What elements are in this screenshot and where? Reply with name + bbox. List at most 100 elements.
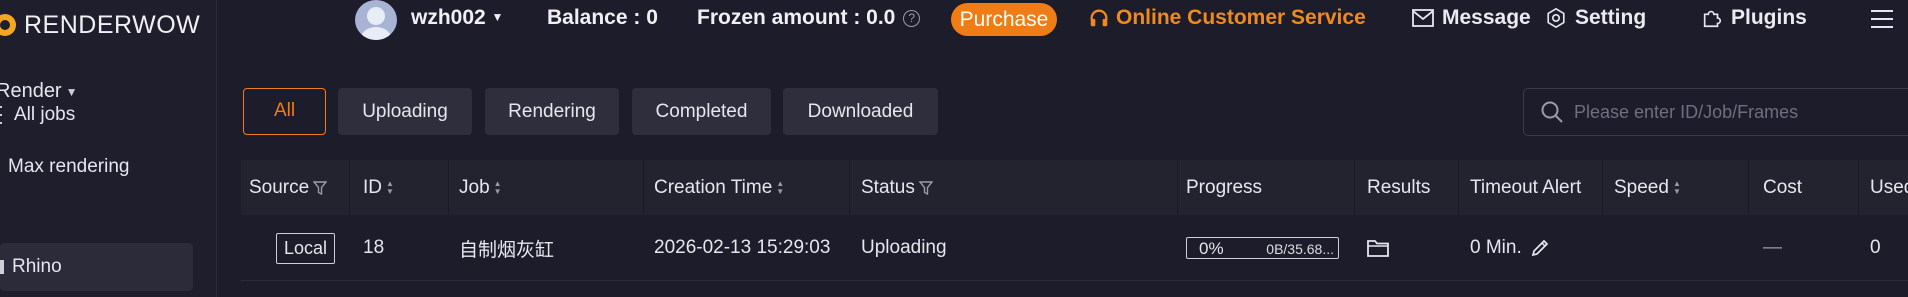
cell-creation-time: 2026-02-13 15:29:03 [654,237,831,258]
purchase-button[interactable]: Purchase [951,3,1057,36]
headset-icon [1090,9,1108,27]
frozen-amount-text: Frozen amount : 0.0 [697,6,896,29]
column-label: Speed [1614,176,1669,198]
top-header: wzh002 ▼ Balance : 0 Frozen amount : 0.0… [217,0,1908,42]
column-divider [1354,160,1355,215]
sidebar-item-label: Rhino [12,256,62,277]
column-speed[interactable]: Speed ▲ ▼ [1614,160,1685,215]
tab-all[interactable]: All [243,88,326,135]
brand-name-light: WOW [132,10,201,39]
message-label: Message [1442,6,1531,29]
sidebar: RENDERWOW Render ▼ All jobs Max renderin… [0,0,217,297]
cell-timeout-alert: 0 Min. [1470,215,1550,281]
sort-icon[interactable]: ▲ ▼ [776,179,788,197]
filter-icon[interactable] [918,180,933,195]
username: wzh002 [411,6,486,29]
source-badge: Local [276,232,336,264]
sidebar-item-all-jobs[interactable]: All jobs [0,91,193,139]
column-status[interactable]: Status [861,160,933,215]
sort-icon[interactable]: ▲ ▼ [1673,179,1685,197]
edit-icon[interactable] [1530,238,1550,258]
cell-source: Local [276,215,336,281]
filter-icon[interactable] [313,180,328,195]
puzzle-icon [1703,10,1722,28]
column-label: Progress [1186,176,1263,198]
column-label: Job [459,176,490,198]
column-used: Used [1870,160,1908,215]
service-label: Online Customer Service [1116,6,1366,29]
sidebar-item-label: Max rendering [8,156,130,177]
setting-link[interactable]: Setting [1545,6,1646,30]
cell-job[interactable]: 自制烟灰缸 [459,215,554,281]
sidebar-item-max-rendering[interactable]: Max rendering [0,143,193,191]
column-divider [849,160,850,215]
column-timeout-alert: Timeout Alert [1470,160,1581,215]
column-divider [349,160,350,215]
sort-icon[interactable]: ▲ ▼ [386,179,398,197]
question-icon[interactable]: ? [903,10,921,27]
progress-percent: 0% [1199,239,1224,258]
cell-id: 18 [363,237,385,258]
plugins-label: Plugins [1731,6,1807,29]
column-divider [643,160,644,215]
cell-status: Uploading [861,237,947,258]
column-job[interactable]: Job ▲ ▼ [459,160,506,215]
column-label: Results [1367,176,1431,198]
cell-used: 0 [1870,237,1881,258]
column-label: Timeout Alert [1470,176,1582,198]
column-divider [1602,160,1603,215]
column-cost: Cost [1763,160,1802,215]
column-label: Cost [1763,176,1803,198]
column-divider [1748,160,1749,215]
cell-results [1367,215,1389,281]
tab-completed[interactable]: Completed [632,88,771,135]
message-link[interactable]: Message [1412,6,1531,30]
column-progress: Progress [1186,160,1262,215]
plugins-link[interactable]: Plugins [1701,6,1807,30]
progress-bar: 0% 0B/35.68... [1186,237,1339,259]
column-label: Creation Time [654,176,773,198]
sort-icon[interactable]: ▲ ▼ [494,179,506,197]
column-divider [448,160,449,215]
tab-downloaded[interactable]: Downloaded [783,88,938,135]
progress-size: 0B/35.68... [1266,241,1334,257]
tab-rendering[interactable]: Rendering [485,88,619,135]
column-divider [1177,160,1178,215]
list-icon [0,106,6,124]
online-customer-service[interactable]: Online Customer Service [1088,6,1366,30]
cell-cost: — [1763,237,1782,258]
balance: Balance : 0 [547,6,658,29]
username-menu[interactable]: wzh002 ▼ [411,6,503,30]
gear-icon [1547,7,1565,29]
caret-down-icon: ▼ [491,10,504,24]
search-icon [1541,101,1563,123]
table-row[interactable]: Local 18 自制烟灰缸 2026-02-13 15:29:03 Uploa… [241,215,1908,281]
timeout-value: 0 Min. [1470,237,1522,258]
hamburger-icon[interactable] [1871,10,1893,28]
logo[interactable]: RENDERWOW [0,8,200,42]
column-source[interactable]: Source [249,160,328,215]
sidebar-item-rhino[interactable]: Rhino [0,243,193,291]
column-results: Results [1367,160,1430,215]
column-label: Used [1870,176,1908,198]
frozen-amount: Frozen amount : 0.0 ? [697,6,921,30]
column-creation-time[interactable]: Creation Time ▲ ▼ [654,160,788,215]
sidebar-item-label: All jobs [14,104,76,125]
folder-icon[interactable] [1367,239,1389,257]
setting-label: Setting [1575,6,1647,29]
cell-progress: 0% 0B/35.68... [1186,215,1339,281]
column-label: Status [861,176,915,198]
column-label: ID [363,176,382,198]
brand-name-bold: RENDER [24,10,133,39]
search-input[interactable] [1574,101,1894,123]
column-divider [1458,160,1459,215]
avatar[interactable] [355,0,397,40]
column-id[interactable]: ID ▲ ▼ [363,160,398,215]
rhino-icon [0,260,4,274]
tab-uploading[interactable]: Uploading [338,88,472,135]
table-header: Source ID ▲ ▼ Job ▲ ▼ Creation Time ▲ ▼ Sta… [241,160,1908,215]
search-box [1523,88,1908,136]
column-label: Source [249,176,310,198]
logo-icon [0,14,16,36]
mail-icon [1412,9,1434,27]
